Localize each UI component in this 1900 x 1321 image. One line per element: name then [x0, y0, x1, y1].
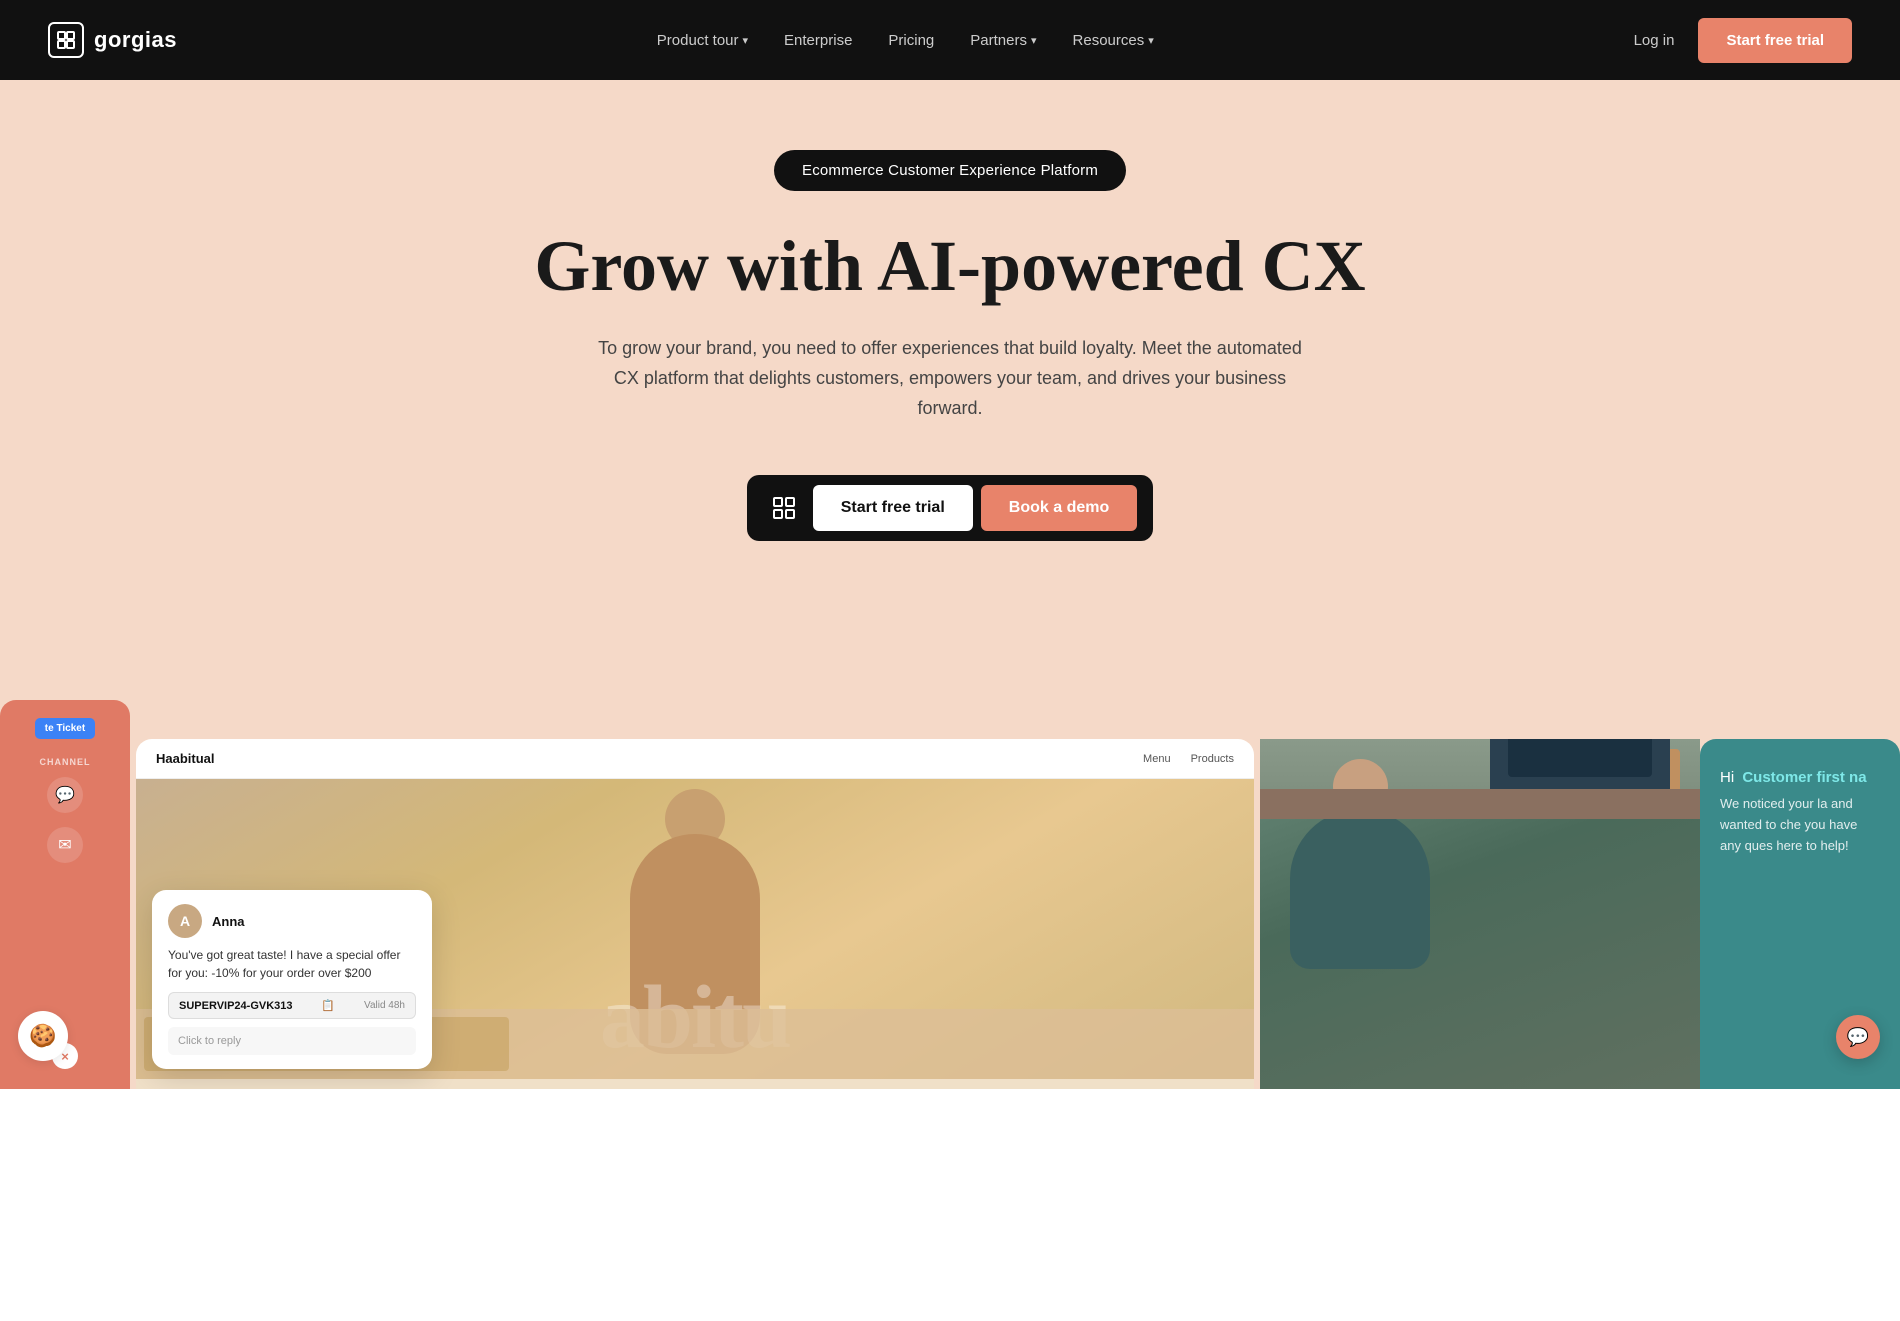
email-icon: ✉ [47, 827, 83, 863]
nav-enterprise[interactable]: Enterprise [784, 32, 852, 49]
thumb-3 [881, 1017, 1246, 1071]
hero-cta-group: Start free trial Book a demo [747, 475, 1154, 541]
right-chat-greeting: Hi Customer first na [1720, 769, 1880, 786]
whatsapp-icon: 💬 [47, 777, 83, 813]
hero-title: Grow with AI-powered CX [534, 227, 1365, 306]
agent-name: Anna [212, 914, 245, 929]
login-link[interactable]: Log in [1634, 32, 1675, 49]
desk-surface [1260, 789, 1700, 819]
right-teal-panel: Hi Customer first na We noticed your la … [1700, 739, 1900, 1089]
channel-label: CHANNEL [40, 757, 91, 767]
cookie-button[interactable]: 🍪 [18, 1011, 68, 1061]
promo-code: SUPERVIP24-GVK313 📋 Valid 48h [168, 992, 416, 1019]
reply-input[interactable]: Click to reply [168, 1027, 416, 1055]
hero-demo-button[interactable]: Book a demo [981, 485, 1137, 531]
site-header-bar: Haabitual Menu Products [136, 739, 1254, 779]
browser-mockup: Haabitual Menu Products abitu [136, 739, 1254, 1089]
chat-popup-header: A Anna [168, 904, 416, 938]
chevron-down-icon: ▾ [1031, 34, 1037, 47]
nav-product-tour[interactable]: Product tour ▾ [657, 32, 748, 49]
nav-partners[interactable]: Partners ▾ [970, 32, 1036, 49]
thumb-2 [513, 1017, 878, 1071]
person-body-working [1290, 809, 1430, 969]
cookie-badge: 🍪 [18, 1011, 68, 1061]
hero-badge: Ecommerce Customer Experience Platform [774, 150, 1126, 191]
right-chat-message: We noticed your la and wanted to che you… [1720, 794, 1880, 856]
screenshots-section: te Ticket CHANNEL 💬 ✉ × Haabitual Menu P… [0, 700, 1900, 1089]
site-brand: Haabitual [156, 751, 215, 766]
screen-content [1508, 739, 1652, 777]
nav-pricing[interactable]: Pricing [888, 32, 934, 49]
logo[interactable]: gorgias [48, 22, 177, 58]
navigation: gorgias Product tour ▾ Enterprise Pricin… [0, 0, 1900, 80]
chevron-down-icon: ▾ [1148, 34, 1154, 47]
channel-icons: 💬 ✉ [47, 777, 83, 863]
chat-bubble-button[interactable]: 💬 [1836, 1015, 1880, 1059]
grid-icon [772, 496, 796, 520]
gorgias-icon [763, 487, 805, 529]
logo-icon [48, 22, 84, 58]
hero-section: Ecommerce Customer Experience Platform G… [0, 80, 1900, 700]
nav-resources[interactable]: Resources ▾ [1073, 32, 1154, 49]
hero-subtitle: To grow your brand, you need to offer ex… [590, 334, 1310, 423]
nav-links: Product tour ▾ Enterprise Pricing Partne… [657, 32, 1154, 49]
photo-section [1260, 739, 1700, 1089]
chevron-down-icon: ▾ [743, 34, 749, 47]
nav-right: Log in Start free trial [1634, 18, 1852, 63]
workspace-scene [1260, 739, 1700, 819]
logo-svg [56, 30, 76, 50]
site-nav-products: Products [1191, 753, 1234, 765]
hero-trial-button[interactable]: Start free trial [813, 485, 973, 531]
logo-text: gorgias [94, 27, 177, 53]
site-nav: Menu Products [1143, 753, 1234, 765]
nav-trial-button[interactable]: Start free trial [1698, 18, 1852, 63]
ticket-label: te Ticket [35, 718, 95, 739]
site-nav-menu: Menu [1143, 753, 1171, 765]
customer-name-highlight: Customer first na [1742, 769, 1866, 786]
agent-avatar: A [168, 904, 202, 938]
chat-popup: A Anna You've got great taste! I have a … [152, 890, 432, 1069]
chat-message: You've got great taste! I have a special… [168, 946, 416, 982]
